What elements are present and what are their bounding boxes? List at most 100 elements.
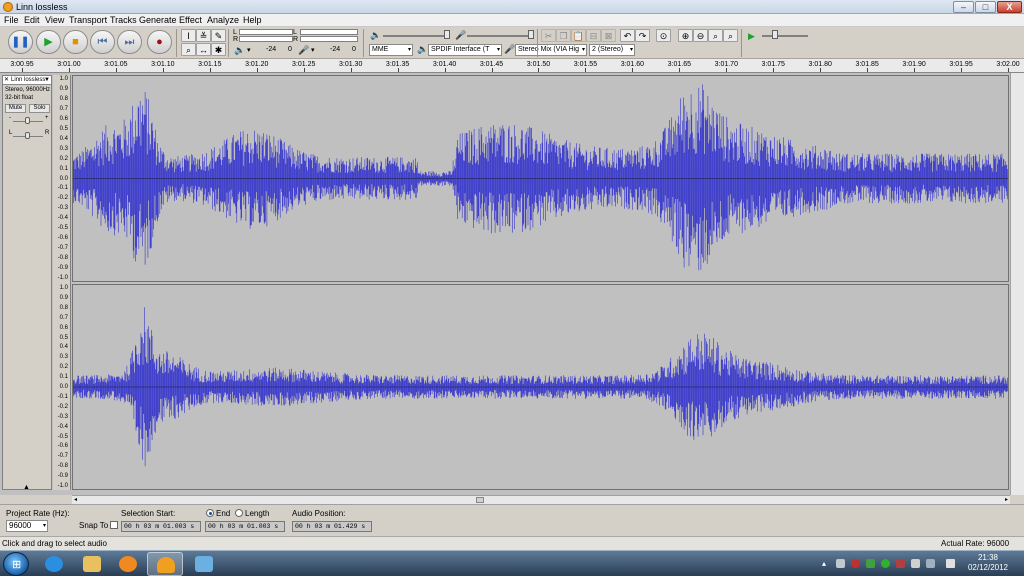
zoom-tool[interactable]: ⌕ <box>181 43 196 56</box>
selection-end-field[interactable]: 00 h 03 m 01.003 s <box>205 521 285 532</box>
sync-lock-button[interactable]: ⊙ <box>656 29 671 42</box>
ruler-tick-label: 3:01.65 <box>667 61 692 68</box>
record-meter-left[interactable] <box>300 29 358 35</box>
end-radio[interactable] <box>206 509 214 517</box>
play-button[interactable]: ▶ <box>36 30 61 54</box>
amplitude-label: 0.5 <box>59 334 68 341</box>
trim-button[interactable]: ⊟ <box>586 29 601 42</box>
project-rate-select[interactable]: 96000 ▾ <box>6 520 48 532</box>
playback-meter-left[interactable] <box>239 29 293 35</box>
paste-button[interactable]: 📋 <box>571 29 586 42</box>
menu-file[interactable]: File <box>4 15 19 25</box>
zoom-in-button[interactable]: ⊕ <box>678 29 693 42</box>
meter-dropdown-icon[interactable]: ▾ <box>247 46 251 54</box>
cut-button[interactable]: ✂ <box>541 29 556 42</box>
menu-generate[interactable]: Generate <box>139 15 177 25</box>
play-speed-slider[interactable] <box>772 30 778 39</box>
length-radio[interactable] <box>235 509 243 517</box>
snap-to-checkbox[interactable] <box>110 521 118 529</box>
scroll-right-icon[interactable]: ▸ <box>1005 496 1008 503</box>
waveform-channel-right[interactable] <box>72 284 1009 490</box>
menu-view[interactable]: View <box>45 15 64 25</box>
audio-position-field[interactable]: 00 h 03 m 01.429 s <box>292 521 372 532</box>
window-icon <box>195 556 213 572</box>
track-name[interactable]: Linn lossless <box>11 76 45 84</box>
draw-tool[interactable]: ✎ <box>211 29 226 42</box>
internet-explorer-icon <box>45 556 63 572</box>
silence-button[interactable]: ⊠ <box>601 29 616 42</box>
copy-button[interactable]: ❐ <box>556 29 571 42</box>
minimize-button[interactable]: – <box>953 1 974 13</box>
output-volume-slider[interactable] <box>444 30 450 39</box>
menu-analyze[interactable]: Analyze <box>207 15 239 25</box>
title-bar: Linn lossless – □ X <box>0 0 1024 14</box>
undo-button[interactable]: ↶ <box>620 29 635 42</box>
taskbar-window[interactable] <box>186 552 222 576</box>
maximize-button[interactable]: □ <box>975 1 996 13</box>
menu-transport[interactable]: Transport <box>69 15 107 25</box>
close-button[interactable]: X <box>997 1 1022 13</box>
vertical-scrollbar[interactable] <box>1010 73 1024 495</box>
redo-button[interactable]: ↷ <box>635 29 650 42</box>
tray-sync-icon[interactable] <box>866 559 875 568</box>
track-header[interactable]: ✕ Linn lossless ▼ <box>3 76 51 85</box>
tray-action-center-icon[interactable] <box>911 559 920 568</box>
menu-help[interactable]: Help <box>243 15 262 25</box>
project-rate-label: Project Rate (Hz): <box>6 509 70 518</box>
tray-network-icon[interactable] <box>836 559 845 568</box>
input-device-select[interactable]: Stereo Mix (VIA Hig ▾ <box>515 44 587 56</box>
record-meter-dropdown-icon[interactable]: ▾ <box>311 46 315 54</box>
taskbar-clock[interactable]: 21:38 02/12/2012 <box>964 553 1012 573</box>
skip-end-button[interactable]: ⏭ <box>117 30 142 54</box>
amplitude-scale[interactable]: 1.0 0.9 0.8 0.7 0.6 0.5 0.4 0.3 0.2 0.1 0.0 -0.1 -0.… <box>53 75 71 490</box>
menu-tracks[interactable]: Tracks <box>110 15 137 25</box>
selection-tool[interactable]: I <box>181 29 196 42</box>
envelope-tool[interactable]: ≚ <box>196 29 211 42</box>
amplitude-label: 1.0 <box>59 285 68 291</box>
tray-app-icon[interactable] <box>896 559 905 568</box>
track-close-icon[interactable]: ✕ <box>4 76 9 84</box>
mute-button[interactable]: Mute <box>5 104 26 113</box>
selection-start-field[interactable]: 00 h 03 m 01.003 s <box>121 521 201 532</box>
horizontal-scrollbar[interactable]: ◂ ▸ <box>72 495 1010 504</box>
output-volume-icon: 🔈 <box>370 30 382 40</box>
scroll-thumb[interactable] <box>476 497 484 503</box>
pan-slider[interactable] <box>25 132 30 139</box>
meter-left-label: L <box>233 29 237 36</box>
collapse-track-icon[interactable]: ▲ <box>23 484 30 491</box>
record-button[interactable]: ● <box>147 30 172 54</box>
menu-effect[interactable]: Effect <box>179 15 202 25</box>
menu-edit[interactable]: Edit <box>24 15 40 25</box>
taskbar-internet-explorer[interactable] <box>36 552 72 576</box>
zoom-out-button[interactable]: ⊖ <box>693 29 708 42</box>
track-menu-icon[interactable]: ▼ <box>44 76 50 84</box>
taskbar-explorer[interactable] <box>74 552 110 576</box>
audio-host-select[interactable]: MME ▾ <box>369 44 413 56</box>
fit-selection-button[interactable]: ⌕ <box>708 29 723 42</box>
record-meter-right[interactable] <box>300 36 358 42</box>
tray-display-icon[interactable] <box>926 559 935 568</box>
scroll-left-icon[interactable]: ◂ <box>74 496 77 503</box>
input-volume-slider[interactable] <box>528 30 534 39</box>
tray-check-icon[interactable] <box>881 559 890 568</box>
solo-button[interactable]: Solo <box>29 104 50 113</box>
tray-expand-icon[interactable]: ▴ <box>822 559 826 568</box>
gain-slider[interactable] <box>25 117 30 124</box>
play-at-speed-button[interactable]: ▶ <box>744 29 759 42</box>
waveform-channel-left[interactable] <box>72 75 1009 282</box>
stop-button[interactable]: ■ <box>63 30 88 54</box>
output-device-select[interactable]: SPDIF Interface (T ▾ <box>428 44 502 56</box>
fit-project-button[interactable]: ⌕ <box>723 29 738 42</box>
taskbar-media-player[interactable] <box>110 552 146 576</box>
taskbar-audacity[interactable] <box>147 552 183 576</box>
playback-meter-right[interactable] <box>239 36 293 42</box>
input-channels-select[interactable]: 2 (Stereo) ▾ <box>589 44 635 56</box>
start-button[interactable]: ⊞ <box>3 552 29 576</box>
timeline-ruler[interactable]: 3:00.95 3:01.00 3:01.05 3:01.10 3:01.15 3:01.… <box>0 59 1024 73</box>
skip-start-button[interactable]: ⏮ <box>90 30 115 54</box>
multi-tool[interactable]: ✱ <box>211 43 226 56</box>
tray-volume-icon[interactable] <box>946 559 955 568</box>
tray-security-icon[interactable] <box>851 559 860 568</box>
time-shift-tool[interactable]: ↔ <box>196 43 211 56</box>
pause-button[interactable]: ❚❚ <box>8 30 33 54</box>
